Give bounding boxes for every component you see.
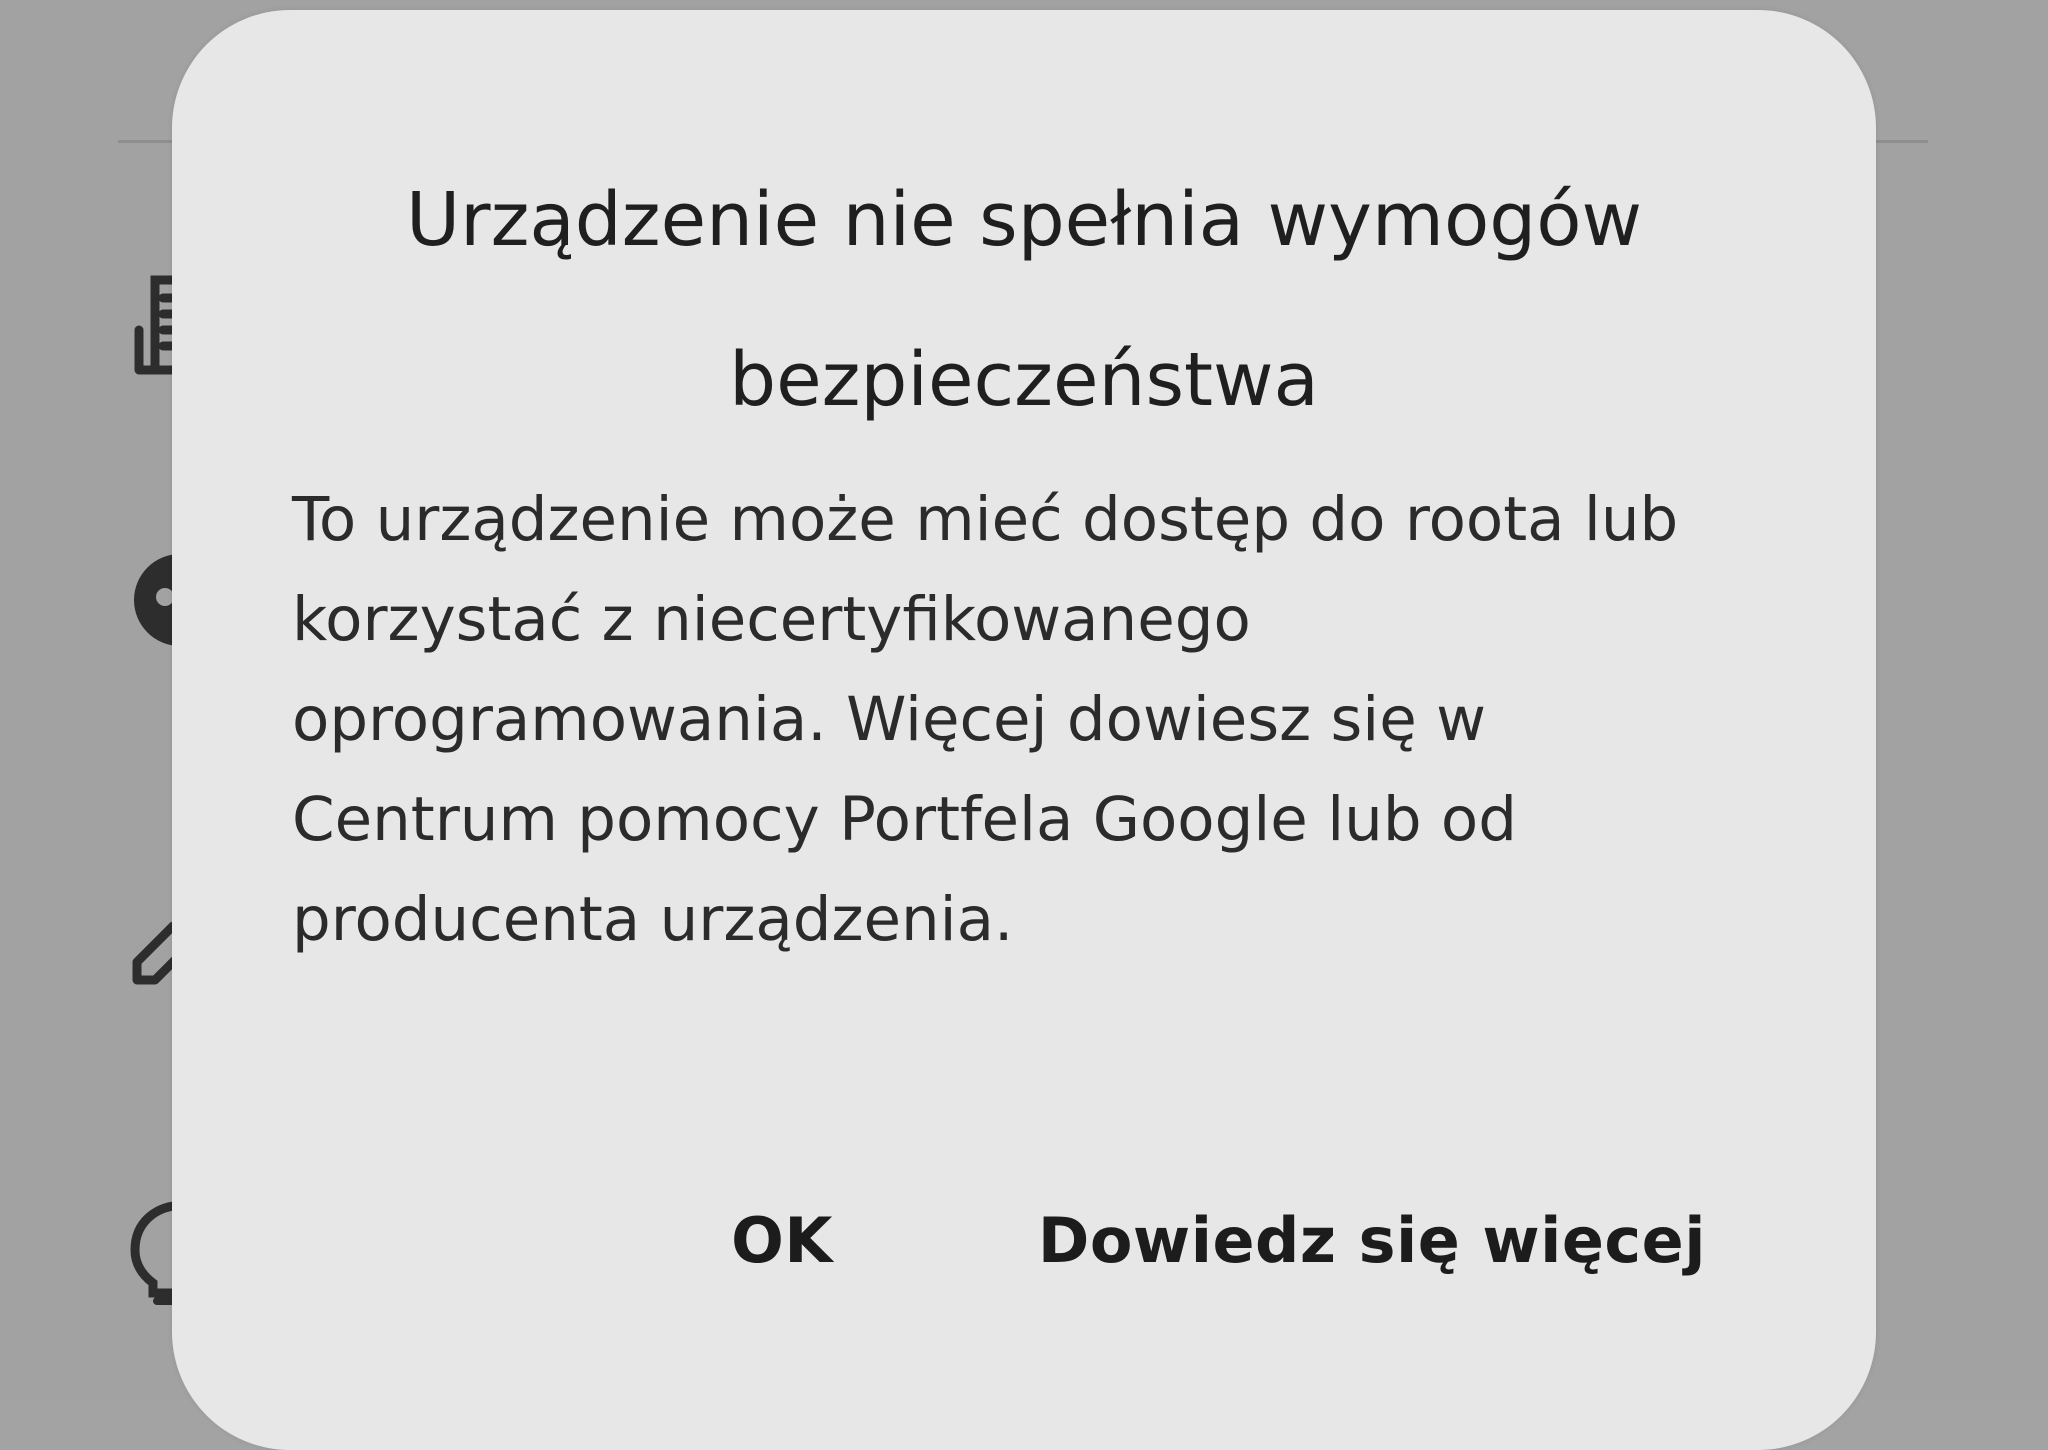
- dialog-message: To urządzenie może mieć dostęp do roota …: [292, 484, 1679, 955]
- dialog-title: Urządzenie nie spełnia wymogów bezpiecze…: [406, 177, 1642, 423]
- ok-button[interactable]: OK: [731, 1204, 833, 1277]
- dialog-actions: OK Dowiedz się więcej: [731, 1190, 1706, 1290]
- security-alert-dialog: Urządzenie nie spełnia wymogów bezpiecze…: [172, 10, 1876, 1450]
- learn-more-button[interactable]: Dowiedz się więcej: [1038, 1204, 1706, 1277]
